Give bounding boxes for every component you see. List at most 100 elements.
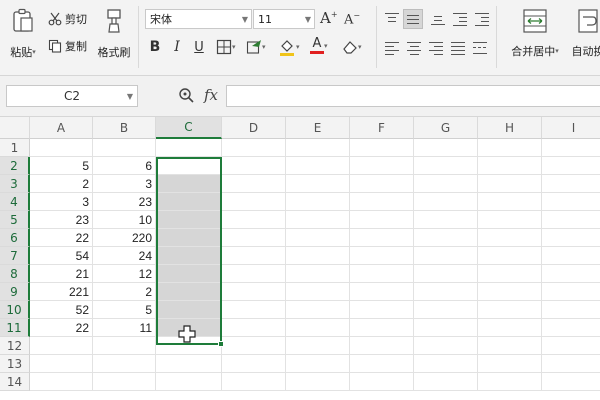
cell-b6[interactable]: 220	[93, 229, 156, 247]
column-header-c[interactable]: C	[156, 117, 222, 139]
cell-d4[interactable]	[222, 193, 286, 211]
format-painter-button[interactable]: 格式刷	[96, 8, 132, 60]
cell-d5[interactable]	[222, 211, 286, 229]
increase-indent-button[interactable]	[474, 12, 490, 27]
cell-a3[interactable]: 2	[30, 175, 93, 193]
cell-b14[interactable]	[93, 373, 156, 391]
cell-b5[interactable]: 10	[93, 211, 156, 229]
cell-g6[interactable]	[414, 229, 478, 247]
cell-e3[interactable]	[286, 175, 350, 193]
cell-c10[interactable]	[156, 301, 222, 319]
zoom-button[interactable]	[178, 87, 195, 107]
column-header-d[interactable]: D	[222, 117, 286, 139]
justify-button[interactable]	[450, 41, 466, 56]
cell-i14[interactable]	[542, 373, 600, 391]
cell-i10[interactable]	[542, 301, 600, 319]
cell-h3[interactable]	[478, 175, 542, 193]
underline-button[interactable]: U	[190, 38, 208, 56]
column-header-h[interactable]: H	[478, 117, 542, 139]
copy-button[interactable]: 复制	[48, 37, 87, 55]
clear-format-button[interactable]: ▾	[342, 39, 362, 55]
cell-d12[interactable]	[222, 337, 286, 355]
column-header-i[interactable]: I	[542, 117, 600, 139]
cell-c4[interactable]	[156, 193, 222, 211]
cell-h9[interactable]	[478, 283, 542, 301]
row-header-6[interactable]: 6	[0, 229, 30, 247]
cell-c13[interactable]	[156, 355, 222, 373]
align-right-button[interactable]	[428, 41, 444, 56]
cell-g13[interactable]	[414, 355, 478, 373]
italic-button[interactable]: I	[168, 38, 186, 56]
cell-f3[interactable]	[350, 175, 414, 193]
align-middle-button[interactable]	[403, 9, 423, 29]
cell-c5[interactable]	[156, 211, 222, 229]
cell-e5[interactable]	[286, 211, 350, 229]
cell-e14[interactable]	[286, 373, 350, 391]
cell-c1[interactable]	[156, 139, 222, 157]
cell-a4[interactable]: 3	[30, 193, 93, 211]
cell-b4[interactable]: 23	[93, 193, 156, 211]
cell-b3[interactable]: 3	[93, 175, 156, 193]
cell-e11[interactable]	[286, 319, 350, 337]
cell-h12[interactable]	[478, 337, 542, 355]
cell-g8[interactable]	[414, 265, 478, 283]
cell-e10[interactable]	[286, 301, 350, 319]
cell-f12[interactable]	[350, 337, 414, 355]
cell-d9[interactable]	[222, 283, 286, 301]
cell-i1[interactable]	[542, 139, 600, 157]
cell-h14[interactable]	[478, 373, 542, 391]
cell-c6[interactable]	[156, 229, 222, 247]
row-header-2[interactable]: 2	[0, 157, 30, 175]
cell-e2[interactable]	[286, 157, 350, 175]
cell-e13[interactable]	[286, 355, 350, 373]
cell-g9[interactable]	[414, 283, 478, 301]
row-header-10[interactable]: 10	[0, 301, 30, 319]
cell-f11[interactable]	[350, 319, 414, 337]
cell-g5[interactable]	[414, 211, 478, 229]
cell-d6[interactable]	[222, 229, 286, 247]
cell-i11[interactable]	[542, 319, 600, 337]
paste-dropdown-icon[interactable]: ▾	[32, 48, 36, 56]
cell-h13[interactable]	[478, 355, 542, 373]
cell-i2[interactable]	[542, 157, 600, 175]
cell-g2[interactable]	[414, 157, 478, 175]
name-box[interactable]: C2 ▼	[6, 85, 138, 107]
cell-e12[interactable]	[286, 337, 350, 355]
cell-b13[interactable]	[93, 355, 156, 373]
align-center-button[interactable]	[406, 41, 422, 56]
cell-f2[interactable]	[350, 157, 414, 175]
bold-button[interactable]: B	[146, 38, 164, 56]
cell-a13[interactable]	[30, 355, 93, 373]
cell-h4[interactable]	[478, 193, 542, 211]
cell-i9[interactable]	[542, 283, 600, 301]
cell-e7[interactable]	[286, 247, 350, 265]
cell-f4[interactable]	[350, 193, 414, 211]
row-header-12[interactable]: 12	[0, 337, 30, 355]
cell-i3[interactable]	[542, 175, 600, 193]
cell-d14[interactable]	[222, 373, 286, 391]
cell-a7[interactable]: 54	[30, 247, 93, 265]
cell-d2[interactable]	[222, 157, 286, 175]
cell-e6[interactable]	[286, 229, 350, 247]
cell-a5[interactable]: 23	[30, 211, 93, 229]
column-header-b[interactable]: B	[93, 117, 156, 139]
cell-b2[interactable]: 6	[93, 157, 156, 175]
cell-c14[interactable]	[156, 373, 222, 391]
cell-h7[interactable]	[478, 247, 542, 265]
cell-h1[interactable]	[478, 139, 542, 157]
row-header-8[interactable]: 8	[0, 265, 30, 283]
column-header-a[interactable]: A	[30, 117, 93, 139]
shrink-font-button[interactable]: A−	[344, 11, 360, 27]
row-header-14[interactable]: 14	[0, 373, 30, 391]
cell-e9[interactable]	[286, 283, 350, 301]
cell-d3[interactable]	[222, 175, 286, 193]
cell-a1[interactable]	[30, 139, 93, 157]
cell-a12[interactable]	[30, 337, 93, 355]
distributed-align-button[interactable]	[472, 41, 488, 55]
row-header-13[interactable]: 13	[0, 355, 30, 373]
cell-i6[interactable]	[542, 229, 600, 247]
cell-b10[interactable]: 5	[93, 301, 156, 319]
cell-g4[interactable]	[414, 193, 478, 211]
align-left-button[interactable]	[384, 41, 400, 56]
column-header-g[interactable]: G	[414, 117, 478, 139]
